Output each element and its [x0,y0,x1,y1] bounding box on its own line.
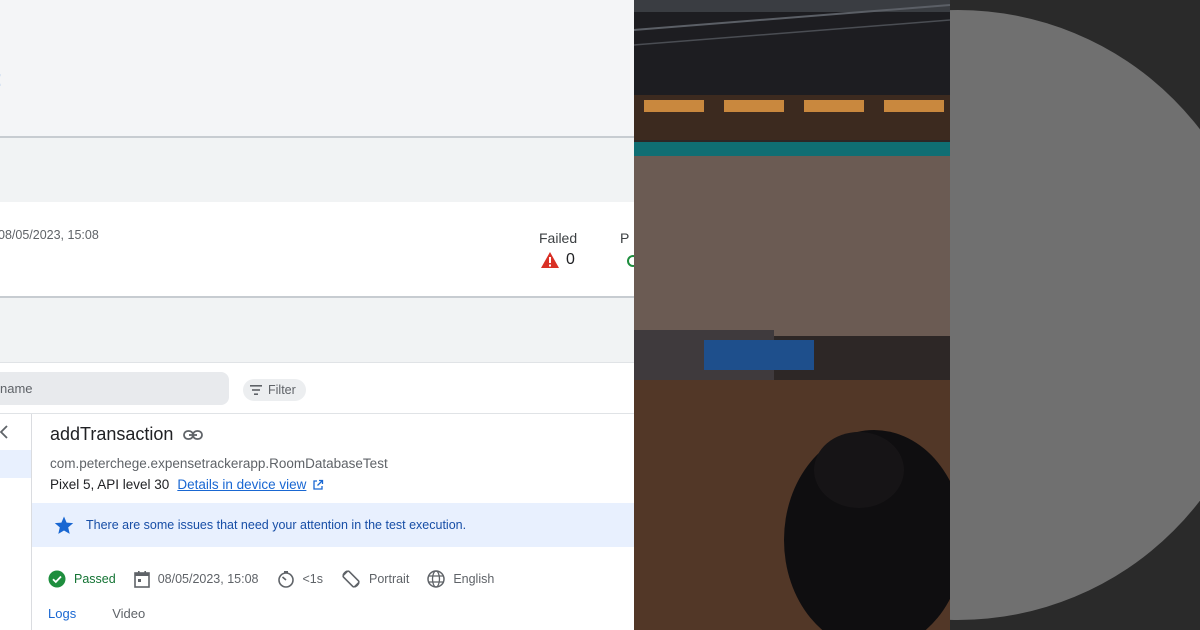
passed-label: P [620,230,630,246]
run-summary-card: 08/05/2023, 15:08 Failed 0 P [0,202,634,298]
section-band [0,138,634,202]
list-item-selected[interactable] [0,450,31,478]
globe-icon [427,570,446,588]
header-link-icon[interactable]: : [0,66,2,92]
failed-count: 0 [566,251,575,268]
orientation-text: Portrait [369,572,410,586]
section-band-lower [0,300,634,362]
header-band: : [0,0,634,136]
arena-crowd-photo [634,0,950,630]
tab-video[interactable]: Video [110,606,147,630]
link-icon[interactable] [183,429,204,441]
orientation-item: Portrait [341,569,409,589]
external-link-icon [313,479,324,490]
locale-text: English [453,572,495,586]
locale-item: English [427,570,494,588]
date-item: 08/05/2023, 15:08 [133,570,259,588]
test-class-name: com.peterchege.expensetrackerapp.RoomDat… [50,456,388,471]
calendar-icon [133,571,150,588]
passed-icon [627,255,634,267]
star-icon [54,516,74,534]
test-detail-pane: addTransaction com.peterchege.expensetra… [32,414,634,630]
filter-bar: name Filter [0,362,634,414]
decorative-circle [950,0,1200,630]
status-item: Passed [48,570,116,588]
filter-label: Filter [268,383,296,397]
device-info: Pixel 5, API level 30 [50,477,170,492]
rotate-icon [342,570,360,588]
test-title: addTransaction [50,424,174,444]
attention-message: There are some issues that need your att… [86,518,467,532]
back-chevron-icon[interactable] [0,424,10,440]
check-circle-icon [48,570,66,588]
execution-meta-row: Passed 08/05/2023, 15:08 <1s Portrait En… [48,568,512,590]
device-row: Pixel 5, API level 30 Details in device … [50,477,324,492]
test-list [0,414,32,630]
run-date: 08/05/2023, 15:08 [0,228,99,242]
filter-button[interactable]: Filter [243,379,306,401]
title-row: addTransaction [50,424,204,445]
search-placeholder: name [0,381,33,396]
execution-date: 08/05/2023, 15:08 [157,572,259,586]
timer-icon [277,571,294,588]
test-results-panel: : 08/05/2023, 15:08 Failed 0 P name [0,0,634,630]
filter-icon [250,385,262,395]
failed-label: Failed [539,230,578,246]
status-text: Passed [74,572,116,586]
attention-banner: There are some issues that need your att… [32,503,634,547]
tab-logs[interactable]: Logs [46,606,78,630]
search-input[interactable]: name [0,372,229,405]
failed-count-row: 0 [540,251,575,269]
detail-tabs: Logs Video [46,606,179,630]
execution-duration: <1s [302,572,324,586]
device-view-link[interactable]: Details in device view [177,477,306,492]
warning-icon [541,252,559,268]
duration-item: <1s [277,570,324,588]
